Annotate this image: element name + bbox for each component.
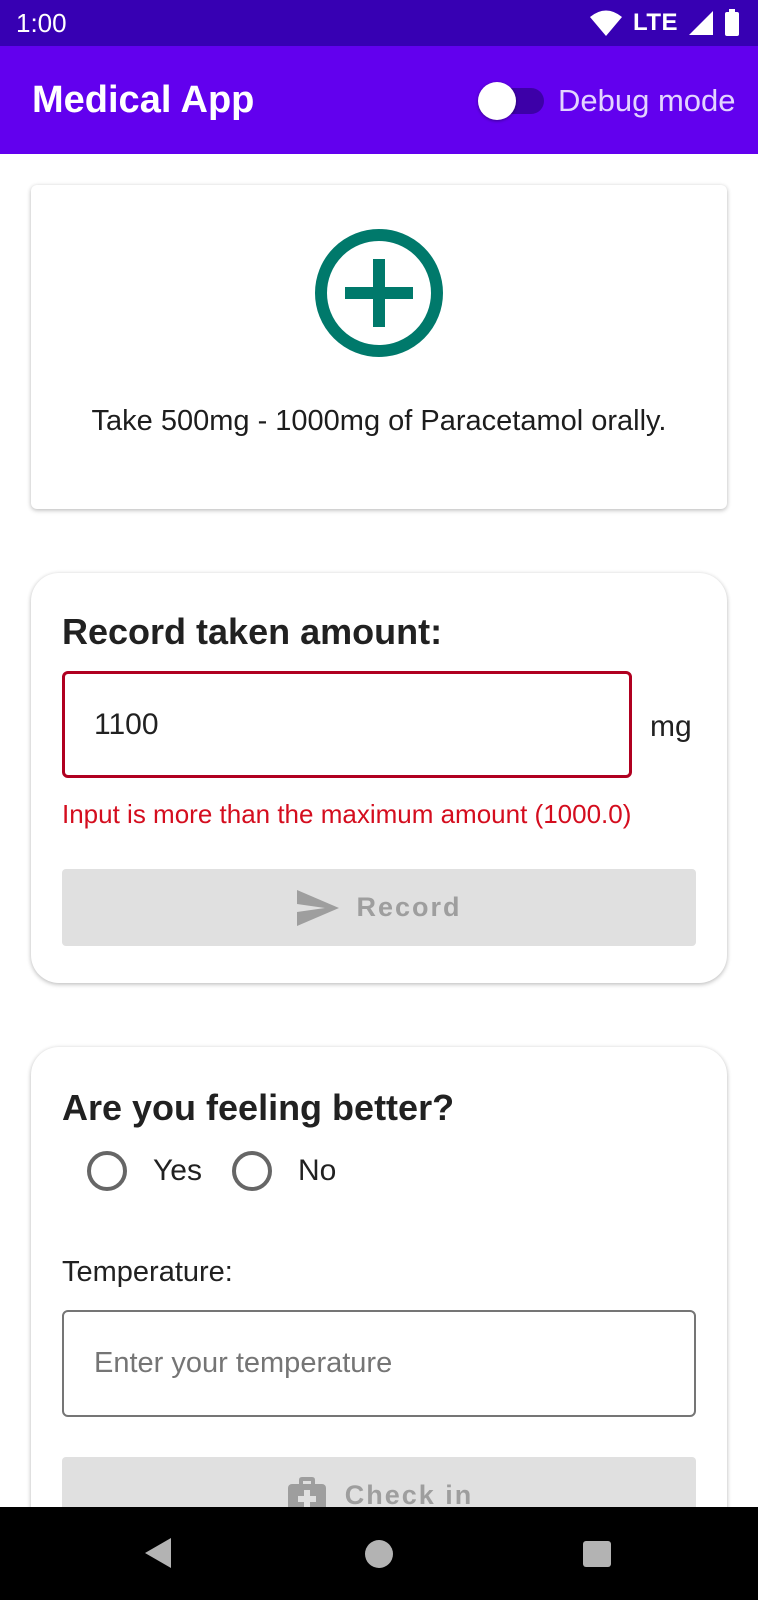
feeling-title: Are you feeling better? xyxy=(62,1087,455,1128)
temperature-input[interactable]: Enter your temperature xyxy=(62,1310,696,1417)
screen: 1:00 LTE Medical App Debug mode Take 500… xyxy=(0,0,758,1600)
battery-icon xyxy=(725,9,739,36)
radio-label-no[interactable]: No xyxy=(298,1154,336,1188)
network-type: LTE xyxy=(632,9,678,36)
home-icon[interactable] xyxy=(364,1539,394,1569)
send-icon xyxy=(297,889,340,926)
temperature-label: Temperature: xyxy=(62,1256,233,1288)
radio-circle-yes[interactable] xyxy=(87,1151,127,1191)
signal-icon xyxy=(689,11,713,35)
record-button[interactable]: Record xyxy=(62,869,696,946)
record-button-label: Record xyxy=(356,892,462,922)
app-title: Medical App xyxy=(32,79,255,121)
record-card: Record taken amount: 1100 mg Input is mo… xyxy=(31,573,727,983)
status-bar: 1:00 LTE xyxy=(0,0,758,46)
amount-error: Input is more than the maximum amount (1… xyxy=(62,799,632,829)
status-icons: LTE xyxy=(589,9,740,37)
wifi-icon xyxy=(589,10,622,36)
navigation-bar xyxy=(0,1507,758,1600)
recents-icon[interactable] xyxy=(582,1540,612,1568)
debug-mode-switch[interactable] xyxy=(478,82,546,120)
back-icon[interactable] xyxy=(144,1537,172,1569)
unit-label: mg xyxy=(650,710,692,743)
temperature-placeholder: Enter your temperature xyxy=(94,1347,393,1379)
radio-option-no[interactable]: No xyxy=(231,1151,366,1191)
switch-thumb xyxy=(478,82,516,120)
amount-value: 1100 xyxy=(94,707,159,741)
radio-option-yes[interactable]: Yes xyxy=(87,1151,232,1191)
app-bar: Medical App Debug mode xyxy=(0,46,758,154)
add-circle-icon xyxy=(315,229,443,357)
debug-mode-label: Debug mode xyxy=(558,83,736,118)
instruction-card: Take 500mg - 1000mg of Paracetamol orall… xyxy=(31,185,727,509)
feeling-radio-group: Yes No xyxy=(87,1149,366,1193)
amount-input[interactable]: 1100 xyxy=(62,671,632,778)
instruction-text: Take 500mg - 1000mg of Paracetamol orall… xyxy=(91,405,667,437)
radio-circle-no[interactable] xyxy=(231,1151,272,1191)
radio-label-yes[interactable]: Yes xyxy=(153,1154,202,1188)
record-title: Record taken amount: xyxy=(62,611,443,652)
status-time: 1:00 xyxy=(16,7,67,38)
